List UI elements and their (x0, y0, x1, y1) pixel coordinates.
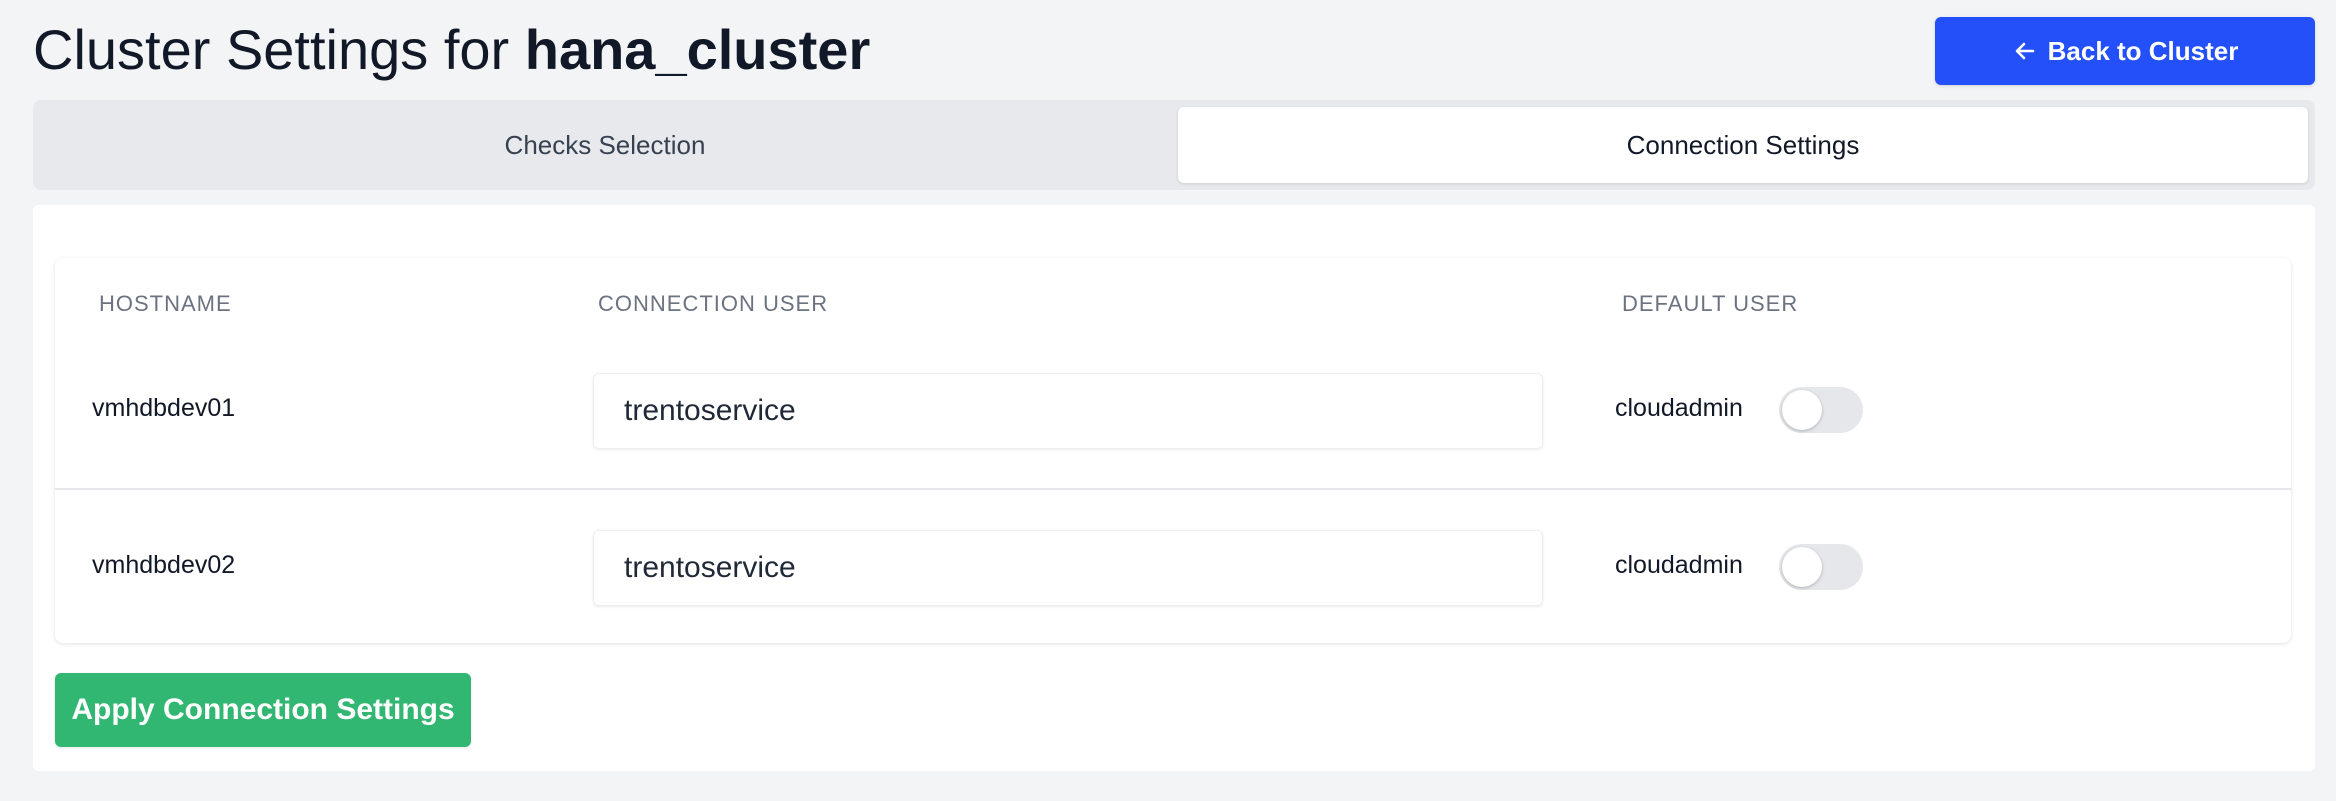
connection-user-input[interactable] (593, 373, 1543, 449)
hostname-cell: vmhdbdev01 (92, 394, 236, 422)
settings-tabs: Checks Selection Connection Settings (33, 100, 2315, 190)
connection-settings-panel: HOSTNAME CONNECTION USER DEFAULT USER vm… (33, 205, 2315, 771)
cluster-name: hana_cluster (524, 18, 871, 81)
arrow-left-icon (2012, 38, 2038, 64)
back-to-cluster-label: Back to Cluster (2047, 35, 2239, 66)
page-title: Cluster Settings for hana_cluster (33, 18, 870, 82)
default-user-label: cloudadmin (1615, 394, 1743, 422)
page-title-prefix: Cluster Settings for (33, 18, 525, 81)
connection-user-input[interactable] (593, 530, 1543, 606)
back-to-cluster-button[interactable]: Back to Cluster (1935, 17, 2315, 85)
connection-settings-table: HOSTNAME CONNECTION USER DEFAULT USER vm… (55, 258, 2291, 643)
toggle-knob (1782, 390, 1822, 430)
tab-connection-settings[interactable]: Connection Settings (1178, 107, 2308, 183)
default-user-toggle[interactable] (1779, 544, 1863, 590)
apply-connection-settings-button[interactable]: Apply Connection Settings (55, 673, 471, 747)
tab-checks-selection[interactable]: Checks Selection (40, 107, 1170, 183)
column-header-connection-user: CONNECTION USER (598, 291, 829, 316)
default-user-toggle[interactable] (1779, 387, 1863, 433)
table-row: vmhdbdev01 cloudadmin (55, 333, 2291, 488)
column-header-hostname: HOSTNAME (99, 291, 232, 316)
hostname-cell: vmhdbdev02 (92, 551, 236, 579)
table-row: vmhdbdev02 cloudadmin (55, 488, 2291, 645)
page-header: Cluster Settings for hana_cluster Back t… (33, 14, 2315, 86)
default-user-label: cloudadmin (1615, 551, 1743, 579)
toggle-knob (1782, 547, 1822, 587)
column-header-default-user: DEFAULT USER (1622, 291, 1799, 316)
